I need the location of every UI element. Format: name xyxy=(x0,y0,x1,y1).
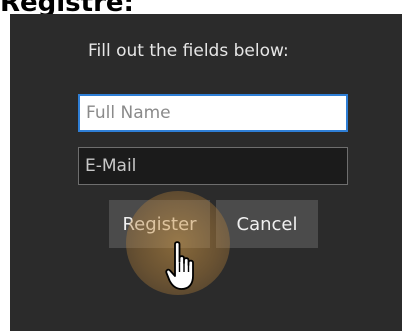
register-button[interactable]: Register xyxy=(109,200,210,248)
hand-pointer-icon xyxy=(165,241,194,290)
cancel-button[interactable]: Cancel xyxy=(216,200,318,248)
dialog-instructions: Fill out the fields below: xyxy=(88,41,289,61)
registration-dialog: Fill out the fields below: Register Canc… xyxy=(10,14,402,331)
full-name-input[interactable] xyxy=(78,94,348,132)
email-input[interactable] xyxy=(78,147,348,185)
